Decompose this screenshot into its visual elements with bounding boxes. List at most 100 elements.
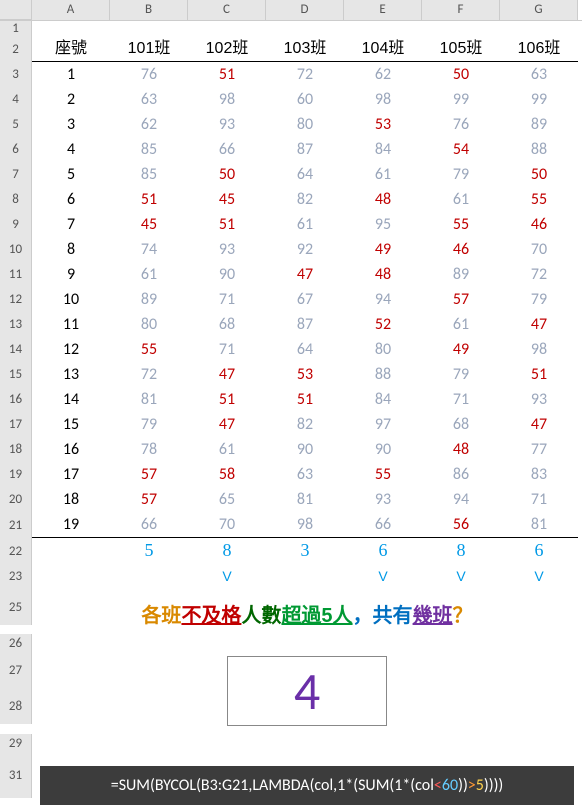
score-r2-c4[interactable]: 98 (344, 87, 422, 112)
cell-B22[interactable]: 5 (110, 538, 188, 564)
score-r7-c2[interactable]: 51 (188, 212, 266, 237)
score-r11-c2[interactable]: 68 (188, 312, 266, 337)
score-r14-c5[interactable]: 71 (422, 387, 500, 412)
rowhead-3[interactable]: 3 (0, 62, 32, 87)
seat-16[interactable]: 16 (32, 437, 110, 462)
cell-F23[interactable]: V (422, 564, 500, 589)
score-r19-c2[interactable]: 70 (188, 512, 266, 538)
colhead-A[interactable]: A (32, 0, 110, 20)
score-r19-c4[interactable]: 66 (344, 512, 422, 538)
score-r16-c4[interactable]: 90 (344, 437, 422, 462)
score-r12-c2[interactable]: 71 (188, 337, 266, 362)
score-r17-c1[interactable]: 57 (110, 462, 188, 487)
colhead-F[interactable]: F (422, 0, 500, 20)
score-r9-c2[interactable]: 90 (188, 262, 266, 287)
score-r1-c1[interactable]: 76 (110, 62, 188, 87)
seat-17[interactable]: 17 (32, 462, 110, 487)
score-r13-c1[interactable]: 72 (110, 362, 188, 387)
score-r8-c4[interactable]: 49 (344, 237, 422, 262)
score-r2-c5[interactable]: 99 (422, 87, 500, 112)
seat-6[interactable]: 6 (32, 187, 110, 212)
rowhead-7[interactable]: 7 (0, 162, 32, 187)
rowhead-25[interactable]: 25 (0, 589, 32, 625)
score-r10-c1[interactable]: 89 (110, 287, 188, 312)
score-r14-c6[interactable]: 93 (500, 387, 578, 412)
score-r4-c2[interactable]: 66 (188, 137, 266, 162)
rowhead-22[interactable]: 22 (0, 538, 32, 564)
seat-19[interactable]: 19 (32, 512, 110, 538)
score-r1-c2[interactable]: 51 (188, 62, 266, 87)
score-r15-c3[interactable]: 82 (266, 412, 344, 437)
score-r9-c1[interactable]: 61 (110, 262, 188, 287)
score-r19-c5[interactable]: 56 (422, 512, 500, 538)
score-r14-c2[interactable]: 51 (188, 387, 266, 412)
score-r3-c1[interactable]: 62 (110, 112, 188, 137)
score-r17-c6[interactable]: 83 (500, 462, 578, 487)
score-r12-c1[interactable]: 55 (110, 337, 188, 362)
score-r10-c6[interactable]: 79 (500, 287, 578, 312)
score-r8-c5[interactable]: 46 (422, 237, 500, 262)
rowhead-12[interactable]: 12 (0, 287, 32, 312)
score-r11-c3[interactable]: 87 (266, 312, 344, 337)
score-r11-c6[interactable]: 47 (500, 312, 578, 337)
score-r1-c6[interactable]: 63 (500, 62, 578, 87)
seat-3[interactable]: 3 (32, 112, 110, 137)
score-r16-c2[interactable]: 61 (188, 437, 266, 462)
score-r12-c3[interactable]: 64 (266, 337, 344, 362)
seat-11[interactable]: 11 (32, 312, 110, 337)
score-r5-c2[interactable]: 50 (188, 162, 266, 187)
score-r18-c4[interactable]: 93 (344, 487, 422, 512)
score-r6-c4[interactable]: 48 (344, 187, 422, 212)
cell-F22[interactable]: 8 (422, 538, 500, 564)
score-r19-c1[interactable]: 66 (110, 512, 188, 538)
score-r16-c1[interactable]: 78 (110, 437, 188, 462)
score-r3-c5[interactable]: 76 (422, 112, 500, 137)
score-r5-c1[interactable]: 85 (110, 162, 188, 187)
cell-G22[interactable]: 6 (500, 538, 578, 564)
colhead-G[interactable]: G (500, 0, 578, 20)
seat-5[interactable]: 5 (32, 162, 110, 187)
score-r9-c3[interactable]: 47 (266, 262, 344, 287)
rowhead-4[interactable]: 4 (0, 87, 32, 112)
score-r17-c3[interactable]: 63 (266, 462, 344, 487)
rowhead-1[interactable]: 1 (0, 21, 32, 36)
cell-E22[interactable]: 6 (344, 538, 422, 564)
score-r18-c3[interactable]: 81 (266, 487, 344, 512)
score-r17-c4[interactable]: 55 (344, 462, 422, 487)
score-r3-c6[interactable]: 89 (500, 112, 578, 137)
score-r8-c1[interactable]: 74 (110, 237, 188, 262)
score-r12-c5[interactable]: 49 (422, 337, 500, 362)
header-class-3[interactable]: 104班 (344, 36, 422, 62)
cell-B23[interactable] (110, 564, 188, 589)
header-class-1[interactable]: 102班 (188, 36, 266, 62)
score-r5-c5[interactable]: 79 (422, 162, 500, 187)
score-r10-c3[interactable]: 67 (266, 287, 344, 312)
rowhead-29[interactable]: 29 (0, 734, 32, 752)
score-r15-c4[interactable]: 97 (344, 412, 422, 437)
score-r3-c2[interactable]: 93 (188, 112, 266, 137)
score-r4-c1[interactable]: 85 (110, 137, 188, 162)
score-r2-c3[interactable]: 60 (266, 87, 344, 112)
cell-A23[interactable] (32, 564, 110, 589)
score-r10-c2[interactable]: 71 (188, 287, 266, 312)
score-r15-c1[interactable]: 79 (110, 412, 188, 437)
score-r5-c6[interactable]: 50 (500, 162, 578, 187)
rowhead-11[interactable]: 11 (0, 262, 32, 287)
score-r6-c6[interactable]: 55 (500, 187, 578, 212)
header-class-2[interactable]: 103班 (266, 36, 344, 62)
score-r13-c3[interactable]: 53 (266, 362, 344, 387)
score-r9-c5[interactable]: 89 (422, 262, 500, 287)
score-r2-c1[interactable]: 63 (110, 87, 188, 112)
seat-8[interactable]: 8 (32, 237, 110, 262)
score-r12-c4[interactable]: 80 (344, 337, 422, 362)
rowhead-2[interactable]: 2 (0, 36, 32, 62)
rowhead-27[interactable]: 27 (0, 652, 32, 688)
score-r18-c6[interactable]: 71 (500, 487, 578, 512)
rowhead-14[interactable]: 14 (0, 337, 32, 362)
score-r2-c2[interactable]: 98 (188, 87, 266, 112)
seat-2[interactable]: 2 (32, 87, 110, 112)
score-r12-c6[interactable]: 98 (500, 337, 578, 362)
score-r3-c4[interactable]: 53 (344, 112, 422, 137)
header-class-4[interactable]: 105班 (422, 36, 500, 62)
rowhead-13[interactable]: 13 (0, 312, 32, 337)
